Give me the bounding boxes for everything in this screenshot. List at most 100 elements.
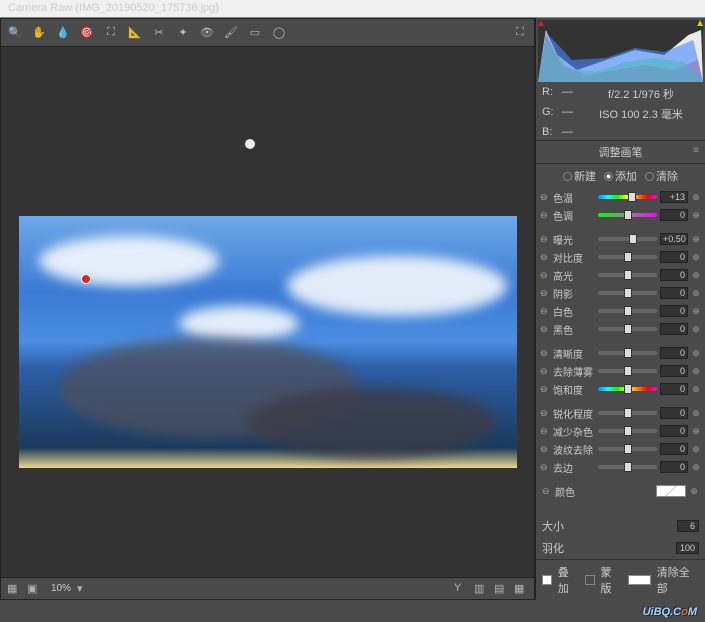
slider-value[interactable]: 0 bbox=[660, 323, 688, 335]
expand-icon[interactable]: ⊖ bbox=[540, 384, 550, 395]
slider-track[interactable] bbox=[598, 369, 657, 373]
fullscreen-icon[interactable]: ⛶ bbox=[512, 25, 528, 41]
expand-icon[interactable]: ⊖ bbox=[540, 252, 550, 263]
zoom-out-icon[interactable]: ▦ bbox=[7, 582, 21, 596]
slider-thumb[interactable] bbox=[629, 234, 637, 244]
view-mode-1-icon[interactable]: ▥ bbox=[474, 582, 488, 596]
slider-thumb[interactable] bbox=[624, 348, 632, 358]
clear-all-button[interactable]: 清除全部 bbox=[657, 564, 699, 596]
radial-filter-icon[interactable]: ◯ bbox=[271, 25, 287, 41]
slider-track[interactable] bbox=[598, 213, 657, 217]
view-mode-3-icon[interactable]: ▦ bbox=[514, 582, 528, 596]
slider-menu-icon[interactable]: ⊕ bbox=[691, 324, 701, 335]
adjustment-pin-icon[interactable] bbox=[81, 274, 91, 284]
slider-menu-icon[interactable]: ⊕ bbox=[691, 252, 701, 263]
zoom-level[interactable]: 10% bbox=[51, 583, 71, 594]
expand-icon[interactable]: ⊖ bbox=[542, 486, 552, 497]
slider-track[interactable] bbox=[598, 273, 657, 277]
slider-menu-icon[interactable]: ⊕ bbox=[689, 486, 699, 497]
slider-menu-icon[interactable]: ⊕ bbox=[691, 426, 701, 437]
straighten-icon[interactable]: 📐 bbox=[127, 25, 143, 41]
panel-menu-icon[interactable]: ≡ bbox=[693, 145, 699, 156]
mode-new[interactable]: 新建 bbox=[563, 168, 596, 184]
slider-track[interactable] bbox=[598, 429, 657, 433]
mode-erase[interactable]: 清除 bbox=[645, 168, 678, 184]
mode-add[interactable]: 添加 bbox=[604, 168, 637, 184]
expand-icon[interactable]: ⊖ bbox=[540, 366, 550, 377]
zoom-dropdown-icon[interactable]: ▾ bbox=[77, 582, 91, 596]
slider-thumb[interactable] bbox=[624, 210, 632, 220]
slider-menu-icon[interactable]: ⊕ bbox=[691, 366, 701, 377]
slider-value[interactable]: +13 bbox=[660, 191, 688, 203]
slider-track[interactable] bbox=[598, 351, 657, 355]
slider-track[interactable] bbox=[598, 255, 657, 259]
redeye-icon[interactable]: 👁 bbox=[199, 25, 215, 41]
slider-value[interactable]: 0 bbox=[660, 443, 688, 455]
slider-track[interactable] bbox=[598, 447, 657, 451]
zoom-icon[interactable]: 🔍 bbox=[7, 25, 23, 41]
hand-icon[interactable]: ✋ bbox=[31, 25, 47, 41]
slider-thumb[interactable] bbox=[624, 426, 632, 436]
slider-value[interactable]: 0 bbox=[660, 383, 688, 395]
slider-thumb[interactable] bbox=[624, 270, 632, 280]
slider-thumb[interactable] bbox=[624, 408, 632, 418]
expand-icon[interactable]: ⊖ bbox=[540, 234, 550, 245]
expand-icon[interactable]: ⊖ bbox=[540, 408, 550, 419]
slider-track[interactable] bbox=[598, 387, 657, 391]
slider-track[interactable] bbox=[598, 411, 657, 415]
expand-icon[interactable]: ⊖ bbox=[540, 270, 550, 281]
slider-track[interactable] bbox=[598, 465, 657, 469]
slider-value[interactable]: 0 bbox=[660, 461, 688, 473]
slider-track[interactable] bbox=[598, 237, 657, 241]
image-preview[interactable] bbox=[1, 47, 534, 577]
slider-value[interactable]: +0.50 bbox=[660, 233, 688, 245]
expand-icon[interactable]: ⊖ bbox=[540, 288, 550, 299]
slider-thumb[interactable] bbox=[624, 288, 632, 298]
slider-value[interactable]: 0 bbox=[660, 347, 688, 359]
adjustment-brush-icon[interactable]: 🖌 bbox=[223, 25, 239, 41]
expand-icon[interactable]: ⊖ bbox=[540, 426, 550, 437]
slider-menu-icon[interactable]: ⊕ bbox=[691, 384, 701, 395]
expand-icon[interactable]: ⊖ bbox=[540, 324, 550, 335]
slider-track[interactable] bbox=[598, 327, 657, 331]
slider-thumb[interactable] bbox=[624, 444, 632, 454]
slider-value[interactable]: 0 bbox=[660, 287, 688, 299]
slider-menu-icon[interactable]: ⊕ bbox=[691, 270, 701, 281]
color-swatch[interactable] bbox=[656, 485, 686, 497]
slider-thumb[interactable] bbox=[624, 324, 632, 334]
slider-value[interactable]: 0 bbox=[660, 425, 688, 437]
spot-removal-icon[interactable]: ✦ bbox=[175, 25, 191, 41]
slider-value[interactable]: 0 bbox=[660, 407, 688, 419]
expand-icon[interactable]: ⊖ bbox=[540, 444, 550, 455]
slider-thumb[interactable] bbox=[624, 384, 632, 394]
brush-feather-value[interactable]: 100 bbox=[676, 542, 699, 554]
slider-menu-icon[interactable]: ⊕ bbox=[691, 234, 701, 245]
slider-menu-icon[interactable]: ⊕ bbox=[691, 408, 701, 419]
mask-checkbox[interactable] bbox=[585, 575, 595, 585]
eyedropper-icon[interactable]: 💧 bbox=[55, 25, 71, 41]
slider-thumb[interactable] bbox=[624, 252, 632, 262]
slider-value[interactable]: 0 bbox=[660, 365, 688, 377]
mask-swatch[interactable] bbox=[628, 575, 651, 585]
graduated-filter-icon[interactable]: ▭ bbox=[247, 25, 263, 41]
slider-menu-icon[interactable]: ⊕ bbox=[691, 462, 701, 473]
transform-icon[interactable]: ✂ bbox=[151, 25, 167, 41]
expand-icon[interactable]: ⊖ bbox=[540, 306, 550, 317]
slider-track[interactable] bbox=[598, 309, 657, 313]
slider-value[interactable]: 0 bbox=[660, 209, 688, 221]
slider-value[interactable]: 0 bbox=[660, 305, 688, 317]
slider-menu-icon[interactable]: ⊕ bbox=[691, 306, 701, 317]
crop-icon[interactable]: ⛶ bbox=[103, 25, 119, 41]
expand-icon[interactable]: ⊖ bbox=[540, 210, 550, 221]
histogram[interactable] bbox=[538, 20, 703, 82]
slider-thumb[interactable] bbox=[624, 306, 632, 316]
view-mode-2-icon[interactable]: ▤ bbox=[494, 582, 508, 596]
slider-track[interactable] bbox=[598, 291, 657, 295]
slider-menu-icon[interactable]: ⊕ bbox=[691, 288, 701, 299]
slider-thumb[interactable] bbox=[624, 462, 632, 472]
slider-thumb[interactable] bbox=[624, 366, 632, 376]
expand-icon[interactable]: ⊖ bbox=[540, 192, 550, 203]
slider-value[interactable]: 0 bbox=[660, 269, 688, 281]
expand-icon[interactable]: ⊖ bbox=[540, 462, 550, 473]
slider-menu-icon[interactable]: ⊕ bbox=[691, 210, 701, 221]
